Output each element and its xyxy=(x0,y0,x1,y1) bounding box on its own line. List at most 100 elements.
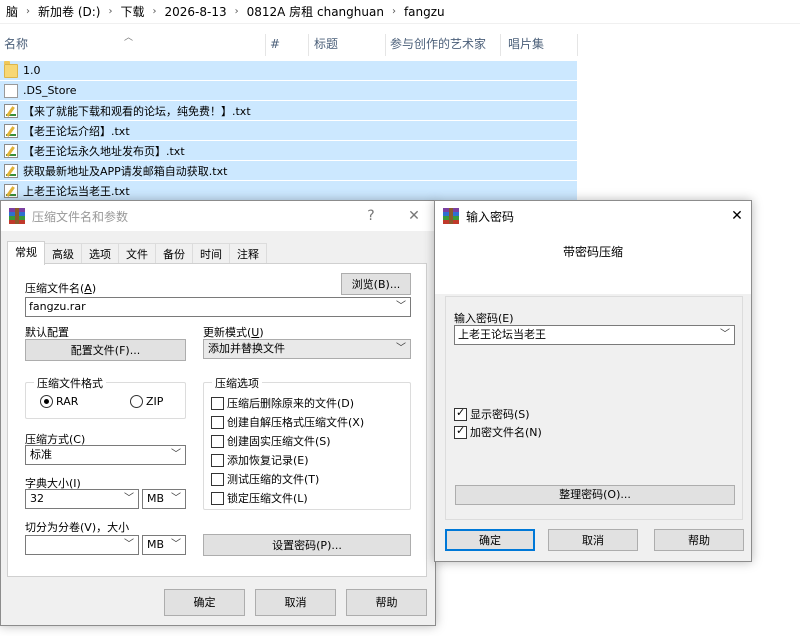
close-icon[interactable]: ✕ xyxy=(722,201,752,231)
chevron-down-icon: ﹀ xyxy=(720,329,730,340)
checkbox-checked-icon xyxy=(454,424,467,439)
format-zip-radio[interactable]: ZIP xyxy=(130,395,163,408)
tab-options[interactable]: 选项 xyxy=(81,243,119,265)
column-divider[interactable] xyxy=(500,34,501,56)
delete-after-archiving-checkbox[interactable]: 压缩后删除原来的文件(D) xyxy=(211,395,354,411)
archive-format-group: 压缩文件格式 RAR ZIP xyxy=(25,375,186,419)
compression-method-select[interactable]: 标准 ﹀ xyxy=(25,445,186,465)
format-rar-radio[interactable]: RAR xyxy=(40,395,78,408)
dialog-title: 压缩文件名和参数 xyxy=(32,209,129,224)
test-archived-files-checkbox[interactable]: 测试压缩的文件(T) xyxy=(211,471,319,487)
column-header-artist[interactable]: 参与创作的艺术家 xyxy=(386,30,486,58)
update-mode-label: 更新模式(U) xyxy=(203,326,264,339)
dialog-header-area: 带密码压缩 xyxy=(435,231,751,294)
list-item[interactable]: 上老王论坛当老王.txt xyxy=(0,181,577,201)
close-icon[interactable]: ✕ xyxy=(399,201,429,231)
set-password-button[interactable]: 设置密码(P)... xyxy=(203,534,411,556)
archive-name-input[interactable]: fangzu.rar ﹀ xyxy=(25,297,411,317)
file-list: 1.0 .DS_Store 【来了就能下载和观看的论坛，纯免费！】.txt 【老… xyxy=(0,60,577,201)
split-volumes-size-input[interactable]: ﹀ xyxy=(25,535,139,555)
list-item[interactable]: .DS_Store xyxy=(0,81,577,101)
file-name: 【来了就能下载和观看的论坛，纯免费！】.txt xyxy=(23,104,251,118)
breadcrumb-item[interactable]: 新加卷 (D:) xyxy=(32,3,106,20)
default-profile-label: 默认配置 xyxy=(25,326,69,339)
column-header-name[interactable]: 名称 xyxy=(0,30,28,58)
password-group: 输入密码(E) 上老王论坛当老王 ﹀ 显示密码(S) 加密文件名(N) 整理密码… xyxy=(445,296,743,520)
list-item[interactable]: 【来了就能下载和观看的论坛，纯免费！】.txt xyxy=(0,101,577,121)
archive-options-title: 压缩选项 xyxy=(212,375,262,391)
chevron-down-icon: ﹀ xyxy=(124,493,134,504)
archive-ok-button[interactable]: 确定 xyxy=(164,589,245,616)
column-header-title[interactable]: 标题 xyxy=(310,30,338,58)
split-volumes-label: 切分为分卷(V)，大小 xyxy=(25,521,130,534)
breadcrumb-item[interactable]: 下载 xyxy=(114,3,150,20)
help-icon[interactable]: ? xyxy=(356,201,386,231)
list-item[interactable]: 【老王论坛永久地址发布页】.txt xyxy=(0,141,577,161)
create-solid-checkbox[interactable]: 创建固实压缩文件(S) xyxy=(211,433,331,449)
general-tab-panel: 压缩文件名(A) 浏览(B)... fangzu.rar ﹀ 默认配置 配置文件… xyxy=(7,263,427,577)
archive-cancel-button[interactable]: 取消 xyxy=(255,589,336,616)
dictionary-size-select[interactable]: 32 ﹀ xyxy=(25,489,139,509)
chevron-down-icon: ﹀ xyxy=(171,539,181,550)
tab-general[interactable]: 常规 xyxy=(7,241,45,265)
password-help-button[interactable]: 帮助 xyxy=(654,529,744,551)
text-file-icon xyxy=(4,123,18,138)
archive-name-label: 压缩文件名(A) xyxy=(25,282,97,295)
breadcrumb-item[interactable]: 0812A 房租 changhuan xyxy=(241,3,390,20)
tab-advanced[interactable]: 高级 xyxy=(44,243,82,265)
tab-backup[interactable]: 备份 xyxy=(155,243,193,265)
folder-icon xyxy=(4,60,18,78)
breadcrumb-item[interactable]: 脑 xyxy=(0,3,24,20)
winrar-icon xyxy=(443,208,459,224)
breadcrumb-item[interactable]: 2026-8-13 xyxy=(159,5,233,19)
list-item[interactable]: 1.0 xyxy=(0,60,577,81)
chevron-right-icon: › xyxy=(152,6,157,17)
password-cancel-button[interactable]: 取消 xyxy=(548,529,638,551)
dialog-titlebar[interactable]: 压缩文件名和参数 ? ✕ xyxy=(1,201,435,231)
enter-password-dialog: 输入密码 ✕ 带密码压缩 输入密码(E) 上老王论坛当老王 ﹀ 显示密码(S) … xyxy=(434,200,752,562)
split-volumes-unit-select[interactable]: MB ﹀ xyxy=(142,535,186,555)
tab-comment[interactable]: 注释 xyxy=(229,243,267,265)
chevron-right-icon: › xyxy=(26,6,31,17)
chevron-right-icon: › xyxy=(391,6,396,17)
chevron-right-icon: › xyxy=(234,6,239,17)
tab-time[interactable]: 时间 xyxy=(192,243,230,265)
lock-archive-checkbox[interactable]: 锁定压缩文件(L) xyxy=(211,490,308,506)
create-sfx-checkbox[interactable]: 创建自解压格式压缩文件(X) xyxy=(211,414,364,430)
archive-options-group: 压缩选项 压缩后删除原来的文件(D) 创建自解压格式压缩文件(X) 创建固实压缩… xyxy=(203,375,411,510)
file-name: 1.0 xyxy=(23,64,41,77)
password-ok-button[interactable]: 确定 xyxy=(445,529,535,551)
chevron-down-icon: ﹀ xyxy=(396,343,406,354)
breadcrumb-item[interactable]: fangzu xyxy=(398,5,451,19)
file-name: 【老王论坛永久地址发布页】.txt xyxy=(23,144,185,158)
checkbox-checked-icon xyxy=(454,406,467,421)
column-divider[interactable] xyxy=(308,34,309,56)
list-item[interactable]: 获取最新地址及APP请发邮箱自动获取.txt xyxy=(0,161,577,181)
column-header-album[interactable]: 唱片集 xyxy=(504,30,544,58)
chevron-down-icon: ﹀ xyxy=(171,449,181,460)
radio-selected-icon xyxy=(40,395,53,408)
organize-passwords-button[interactable]: 整理密码(O)... xyxy=(455,485,735,505)
column-divider[interactable] xyxy=(577,34,578,56)
text-file-icon xyxy=(4,183,18,198)
dialog-header: 带密码压缩 xyxy=(562,245,623,259)
tab-files[interactable]: 文件 xyxy=(118,243,156,265)
encrypt-file-names-checkbox[interactable]: 加密文件名(N) xyxy=(454,424,542,440)
winrar-icon xyxy=(9,208,25,224)
update-mode-select[interactable]: 添加并替换文件 ﹀ xyxy=(203,339,411,359)
checkbox-unchecked-icon xyxy=(211,472,224,486)
dictionary-unit-select[interactable]: MB ﹀ xyxy=(142,489,186,509)
list-item[interactable]: 【老王论坛介绍】.txt xyxy=(0,121,577,141)
show-password-checkbox[interactable]: 显示密码(S) xyxy=(454,406,530,422)
chevron-down-icon: ﹀ xyxy=(124,539,134,550)
password-input[interactable]: 上老王论坛当老王 ﹀ xyxy=(454,325,735,345)
profiles-button[interactable]: 配置文件(F)... xyxy=(25,339,186,361)
file-name: .DS_Store xyxy=(23,84,77,97)
add-recovery-record-checkbox[interactable]: 添加恢复记录(E) xyxy=(211,452,309,468)
radio-unselected-icon xyxy=(130,395,143,408)
text-file-icon xyxy=(4,163,18,178)
column-header-number[interactable]: # xyxy=(266,30,280,58)
browse-button[interactable]: 浏览(B)... xyxy=(341,273,411,295)
dialog-titlebar[interactable]: 输入密码 ✕ xyxy=(435,201,751,231)
archive-help-button[interactable]: 帮助 xyxy=(346,589,427,616)
